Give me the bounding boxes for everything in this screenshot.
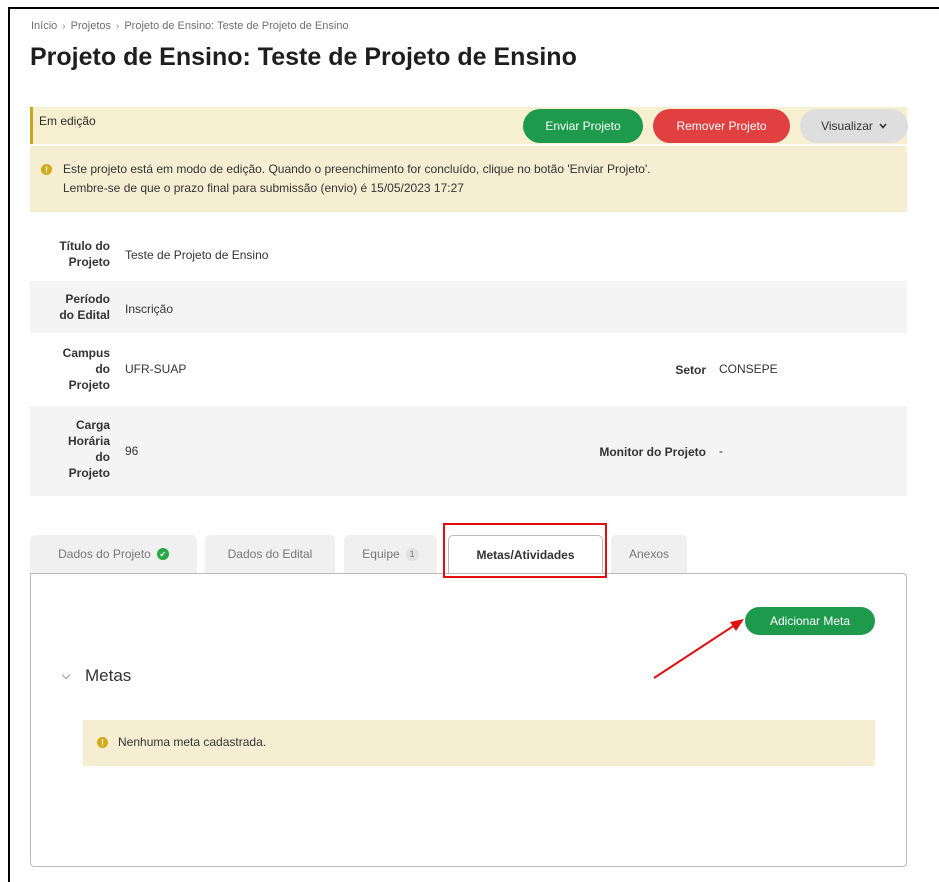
window-frame-left bbox=[8, 7, 10, 882]
status-label: Em edição bbox=[39, 114, 96, 128]
window-frame-top bbox=[8, 7, 939, 9]
carga-value: 96 bbox=[125, 444, 139, 458]
carga-label: Carga Horária do Projeto bbox=[67, 418, 110, 480]
info-row-carga: Carga Horária do Projeto 96 Monitor do P… bbox=[30, 406, 907, 496]
info-row-campus: Campus do Projeto UFR-SUAP Setor CONSEPE bbox=[30, 333, 907, 406]
remove-project-button[interactable]: Remover Projeto bbox=[653, 109, 790, 143]
titulo-label: Título do Projeto bbox=[59, 239, 110, 269]
add-meta-button[interactable]: Adicionar Meta bbox=[745, 607, 875, 635]
monitor-label: Monitor do Projeto bbox=[599, 445, 706, 459]
info-row-titulo: Título do Projeto Teste de Projeto de En… bbox=[30, 231, 907, 281]
chevron-down-icon bbox=[879, 123, 887, 129]
tab-label: Anexos bbox=[628, 547, 670, 561]
alert-line-1: Este projeto está em modo de edição. Qua… bbox=[63, 162, 651, 176]
alert-line-2: Lembre-se de que o prazo final para subm… bbox=[63, 181, 464, 195]
tab-dados-do-projeto[interactable]: Dados do Projeto ✔ bbox=[30, 535, 197, 573]
warning-icon: ! bbox=[97, 737, 108, 748]
breadcrumb-item-current: Projeto de Ensino: Teste de Projeto de E… bbox=[124, 20, 349, 32]
campus-label: Campus do Projeto bbox=[62, 346, 110, 392]
info-row-periodo: Período do Edital Inscrição bbox=[30, 281, 907, 333]
periodo-value: Inscrição bbox=[125, 302, 174, 316]
count-badge: 1 bbox=[405, 547, 419, 561]
periodo-label: Período do Edital bbox=[59, 292, 110, 322]
tab-equipe[interactable]: Equipe 1 bbox=[344, 535, 437, 573]
edit-mode-alert: ! Este projeto está em modo de edição. Q… bbox=[30, 146, 907, 212]
tab-anexos[interactable]: Anexos bbox=[611, 535, 687, 573]
breadcrumb-item-projetos[interactable]: Projetos bbox=[71, 20, 111, 32]
highlight-box bbox=[443, 523, 607, 578]
empty-metas-message: Nenhuma meta cadastrada. bbox=[118, 735, 267, 749]
setor-value: CONSEPE bbox=[719, 362, 778, 376]
warning-icon: ! bbox=[41, 164, 52, 175]
view-dropdown-button[interactable]: Visualizar bbox=[800, 109, 908, 143]
breadcrumb-separator: › bbox=[62, 20, 66, 32]
view-dropdown-label: Visualizar bbox=[821, 119, 873, 133]
tab-label: Dados do Edital bbox=[227, 547, 313, 561]
monitor-value: - bbox=[719, 444, 723, 458]
breadcrumb: Início › Projetos › Projeto de Ensino: T… bbox=[31, 20, 349, 32]
titulo-value: Teste de Projeto de Ensino bbox=[125, 248, 269, 262]
tab-label: Dados do Projeto bbox=[58, 547, 151, 561]
check-circle-icon: ✔ bbox=[156, 548, 169, 560]
breadcrumb-separator: › bbox=[116, 20, 120, 32]
tab-label: Equipe bbox=[362, 547, 400, 561]
setor-label: Setor bbox=[675, 363, 706, 377]
breadcrumb-item-inicio[interactable]: Início bbox=[31, 20, 57, 32]
campus-value: UFR-SUAP bbox=[125, 362, 187, 376]
send-project-button[interactable]: Enviar Projeto bbox=[523, 109, 643, 143]
empty-metas-alert: ! Nenhuma meta cadastrada. bbox=[83, 720, 875, 766]
chevron-down-icon[interactable] bbox=[61, 670, 71, 680]
section-title-metas[interactable]: Metas bbox=[85, 666, 131, 686]
page-title: Projeto de Ensino: Teste de Projeto de E… bbox=[30, 43, 577, 71]
tab-panel-metas: Adicionar Meta Metas ! Nenhuma meta cada… bbox=[30, 573, 907, 867]
tab-dados-do-edital[interactable]: Dados do Edital bbox=[205, 535, 335, 573]
arrow-annotation-icon bbox=[653, 619, 744, 679]
